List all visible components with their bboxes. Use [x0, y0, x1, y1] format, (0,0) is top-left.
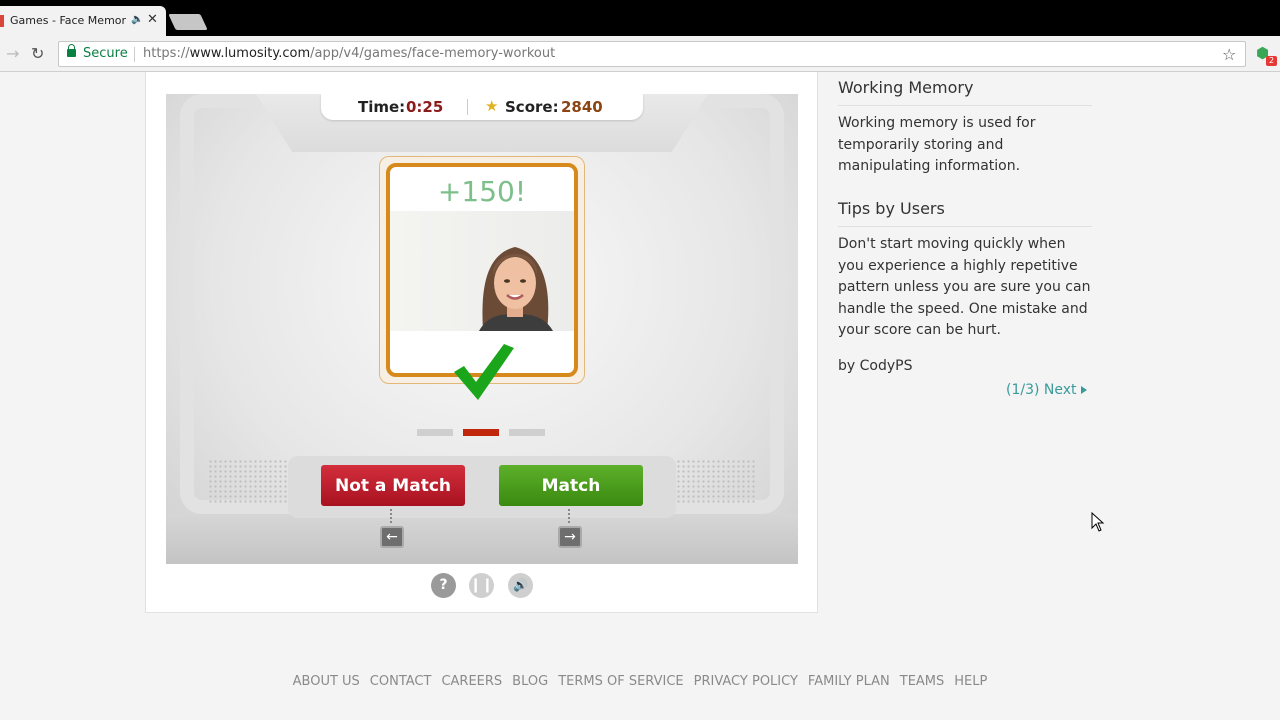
url-text[interactable]: https://www.lumosity.com/app/v4/games/fa…: [143, 46, 555, 61]
tips-section: Tips by Users Don't start moving quickly…: [838, 199, 1092, 377]
score-value: 2840: [561, 98, 603, 116]
favicon-icon: [0, 15, 4, 27]
right-key-connector: [568, 509, 570, 523]
mouse-cursor-icon: [1091, 512, 1105, 532]
footer-link-help[interactable]: HELP: [954, 674, 987, 689]
skill-section: Working Memory Working memory is used fo…: [838, 78, 1092, 178]
footer-link-careers[interactable]: CAREERS: [441, 674, 502, 689]
close-icon[interactable]: ✕: [147, 12, 158, 27]
face-photo: [479, 247, 553, 331]
progress-dot: [509, 429, 545, 436]
tip-text: Don't start moving quickly when you expe…: [838, 236, 1091, 338]
tips-pager: (1/3): [1006, 382, 1040, 398]
footer-link-privacy-policy[interactable]: PRIVACY POLICY: [694, 674, 798, 689]
not-a-match-button[interactable]: Not a Match: [321, 465, 465, 506]
pause-icon[interactable]: ❙❙: [469, 573, 494, 598]
tab-title: Games - Face Memory Workout: [10, 14, 126, 27]
speaker-icon[interactable]: 🔈: [131, 14, 143, 25]
console-floor: [166, 514, 798, 564]
checkmark-icon: [454, 344, 514, 400]
address-bar[interactable]: Secure https://www.lumosity.com/app/v4/g…: [58, 41, 1246, 67]
tab-strip: Games - Face Memory Workout 🔈 ✕: [0, 0, 1280, 36]
hud-divider: [467, 99, 468, 115]
progress-dot: [417, 429, 453, 436]
browser-tab[interactable]: Games - Face Memory Workout 🔈 ✕: [0, 6, 166, 36]
match-button[interactable]: Match: [499, 465, 643, 506]
tips-next-link[interactable]: (1/3) Next: [1006, 382, 1087, 398]
footer-link-blog[interactable]: BLOG: [512, 674, 548, 689]
reload-icon[interactable]: ↻: [31, 44, 44, 63]
game-card: Time: 0:25 ★ Score: 2840 +150! Not a Mat…: [145, 72, 818, 613]
star-icon: ★: [485, 97, 499, 115]
time-label: Time:: [358, 98, 406, 116]
right-arrow-key-icon: →: [558, 526, 582, 548]
help-icon[interactable]: ?: [431, 573, 456, 598]
speaker-grill-right: [666, 459, 756, 503]
tip-author: by CodyPS: [838, 357, 913, 374]
footer-link-teams[interactable]: TEAMS: [900, 674, 945, 689]
footer-link-about-us[interactable]: ABOUT US: [293, 674, 360, 689]
footer-link-family-plan[interactable]: FAMILY PLAN: [808, 674, 890, 689]
hud-bar: Time: 0:25 ★ Score: 2840: [321, 94, 643, 120]
left-key-connector: [390, 509, 392, 523]
forward-icon[interactable]: →: [6, 44, 19, 63]
footer-link-terms-of-service[interactable]: TERMS OF SERVICE: [558, 674, 683, 689]
lock-icon: [67, 44, 76, 57]
progress-dot: [463, 429, 499, 436]
footer-link-contact[interactable]: CONTACT: [370, 674, 432, 689]
omnibox-divider: [134, 47, 135, 62]
speaker-grill-left: [208, 459, 298, 503]
browser-toolbar: → ↻ Secure https://www.lumosity.com/app/…: [0, 36, 1280, 72]
left-arrow-key-icon: ←: [380, 526, 404, 548]
new-tab-button[interactable]: [168, 14, 208, 30]
tips-heading: Tips by Users: [838, 199, 1092, 227]
points-popup: +150!: [437, 175, 527, 208]
game-stage[interactable]: Time: 0:25 ★ Score: 2840 +150! Not a Mat…: [166, 94, 798, 564]
secure-label: Secure: [83, 46, 128, 61]
extension-badge: 2: [1266, 56, 1277, 66]
next-arrow-icon: [1080, 386, 1087, 394]
sound-icon[interactable]: 🔊: [508, 573, 533, 598]
next-label: Next: [1043, 382, 1077, 398]
footer-nav: ABOUT US CONTACT CAREERS BLOG TERMS OF SERVI…: [0, 670, 1280, 689]
score-label: Score:: [505, 98, 559, 116]
skill-heading: Working Memory: [838, 78, 1092, 106]
bookmark-star-icon[interactable]: ☆: [1222, 45, 1236, 64]
skill-description: Working memory is used for temporarily s…: [838, 115, 1036, 174]
time-value: 0:25: [406, 98, 444, 116]
